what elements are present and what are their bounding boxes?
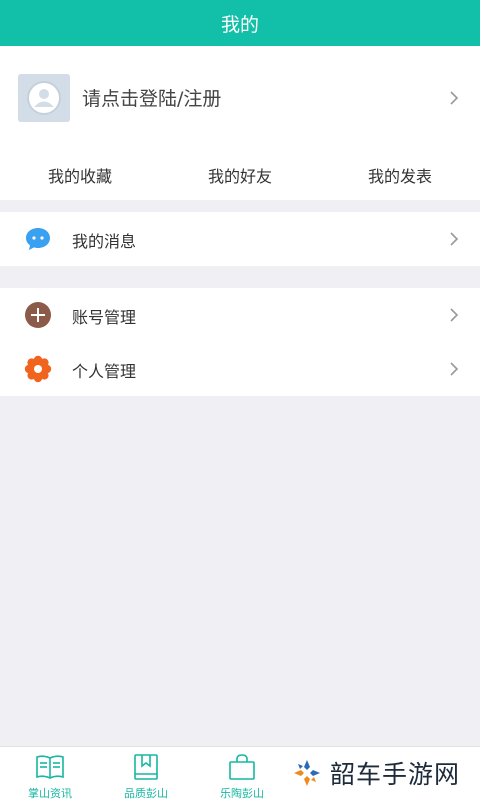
chevron-right-icon <box>450 91 459 105</box>
watermark-text: 韶车手游网 <box>330 760 461 789</box>
menu-item-account[interactable]: 账号管理 <box>0 288 480 342</box>
page-title: 我的 <box>220 13 259 36</box>
bottom-tab-bar: 掌山资讯 品质彭山 乐陶彭山 韶车手游网 <box>0 746 480 800</box>
watermark-logo-icon <box>294 760 320 786</box>
user-placeholder-icon <box>18 74 70 122</box>
login-row[interactable]: 请点击登陆/注册 <box>0 46 480 150</box>
menu-label-account: 账号管理 <box>72 308 137 327</box>
management-card: 账号管理 个人管理 <box>0 288 480 396</box>
tab-shop[interactable]: 乐陶彭山 <box>194 747 290 800</box>
chevron-right-icon <box>450 232 459 246</box>
avatar[interactable] <box>18 74 70 122</box>
shopping-bag-icon <box>229 754 255 780</box>
app-header: 我的 <box>0 0 480 46</box>
profile-shortcuts: 我的收藏 我的好友 我的发表 <box>0 156 480 194</box>
flower-gear-icon <box>24 355 52 383</box>
open-book-icon <box>36 755 64 779</box>
menu-label-messages: 我的消息 <box>72 232 137 251</box>
watermark: 韶车手游网 <box>292 755 460 791</box>
chevron-right-icon <box>450 362 459 376</box>
bookmark-book-icon <box>134 754 158 780</box>
plus-circle-icon <box>25 302 51 328</box>
login-register-link[interactable]: 请点击登陆/注册 <box>82 84 221 111</box>
tab-news[interactable]: 掌山资讯 <box>2 747 98 800</box>
menu-item-messages[interactable]: 我的消息 <box>0 212 480 266</box>
tab-label-shop: 乐陶彭山 <box>220 787 264 800</box>
menu-item-personal[interactable]: 个人管理 <box>0 342 480 396</box>
shortcut-favorites[interactable]: 我的收藏 <box>0 156 160 194</box>
messages-card: 我的消息 <box>0 212 480 266</box>
shortcut-friends[interactable]: 我的好友 <box>160 156 320 194</box>
menu-label-personal: 个人管理 <box>72 362 137 381</box>
tab-label-news: 掌山资讯 <box>28 787 72 800</box>
shortcut-posts[interactable]: 我的发表 <box>320 156 480 194</box>
chevron-right-icon <box>450 308 459 322</box>
chat-bubble-icon <box>26 228 50 250</box>
tab-quality[interactable]: 品质彭山 <box>98 747 194 800</box>
profile-section: 请点击登陆/注册 我的收藏 我的好友 我的发表 <box>0 46 480 200</box>
tab-label-quality: 品质彭山 <box>124 787 168 800</box>
